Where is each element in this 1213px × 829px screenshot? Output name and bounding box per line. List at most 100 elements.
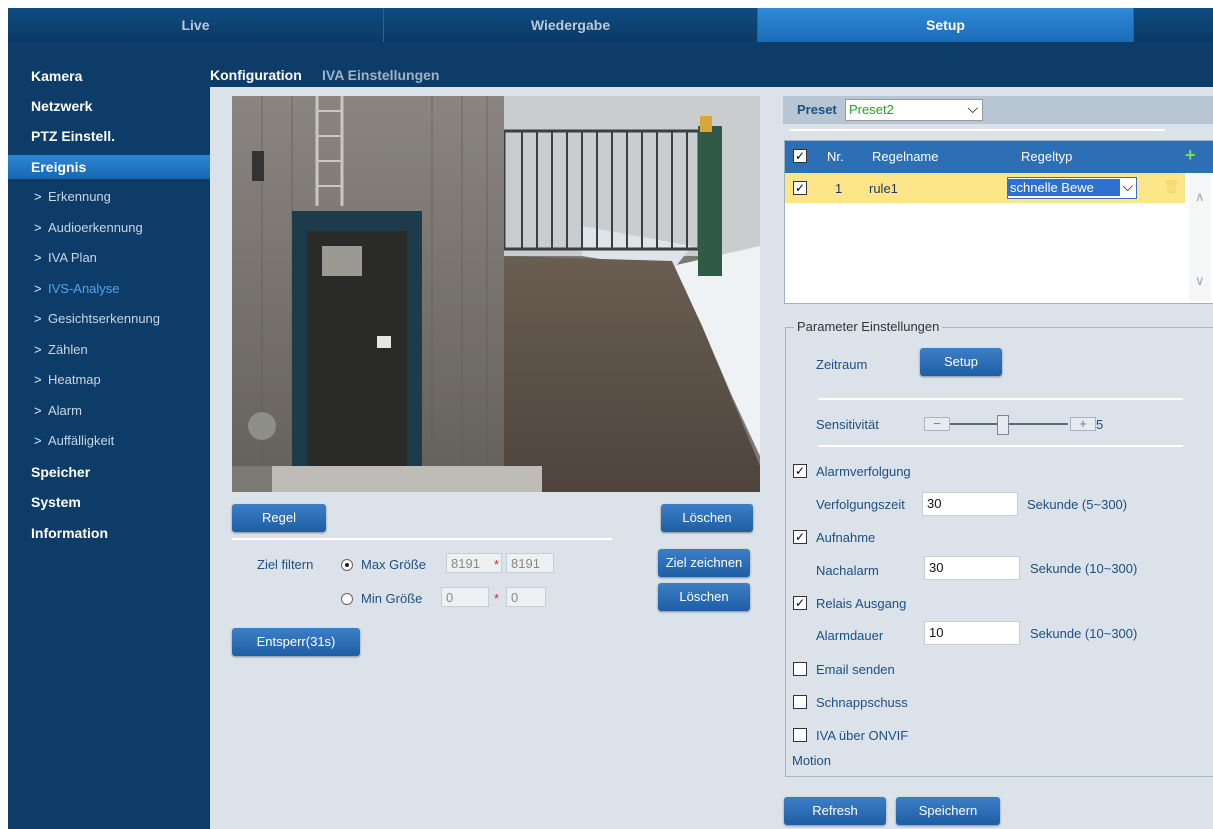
alarmdauer-input[interactable]: 10 <box>924 621 1020 645</box>
sidebar-item-ereignis[interactable]: Ereignis <box>8 155 210 179</box>
content-header: Konfiguration IVA Einstellungen <box>210 42 1213 87</box>
chevron-down-icon: ⌵ <box>967 100 978 116</box>
aufnahme-label: Aufnahme <box>816 530 876 545</box>
save-button[interactable]: Speichern <box>896 797 1000 825</box>
sidebar-item-system[interactable]: System <box>8 490 210 514</box>
top-navigation: Live Wiedergabe Setup <box>8 8 1213 42</box>
camera-preview[interactable] <box>232 96 760 492</box>
plus-icon[interactable]: + <box>1070 417 1096 431</box>
sidebar-item-label: Erkennung <box>48 189 111 204</box>
sidebar-item-label: Audioerkennung <box>48 220 143 235</box>
select-all-checkbox[interactable]: ✓ <box>793 149 807 163</box>
sidebar-item-label: IVS-Analyse <box>48 281 120 296</box>
max-size-radio[interactable] <box>341 559 353 571</box>
email-checkbox[interactable] <box>793 662 807 676</box>
divider <box>790 129 1165 131</box>
verfolgungszeit-unit: Sekunde (5~300) <box>1027 497 1128 512</box>
relais-checkbox[interactable]: ✓ <box>793 596 807 610</box>
sidebar-item-audioerkennung[interactable]: > Audioerkennung <box>8 216 210 240</box>
preset-value: Preset2 <box>849 102 894 117</box>
add-icon[interactable]: + <box>1185 145 1196 166</box>
column-ruletype: Regeltyp <box>1021 149 1073 164</box>
sidebar-item-gesichtserkennung[interactable]: > Gesichtserkennung <box>8 307 210 331</box>
sidebar-item-speicher[interactable]: Speicher <box>8 460 210 484</box>
alarmdauer-label: Alarmdauer <box>816 628 884 643</box>
camera-scene-image <box>232 96 760 492</box>
chevron-down-icon: ⌵ <box>1122 178 1133 194</box>
scroll-down-icon[interactable]: ∨ <box>1195 273 1205 289</box>
min-height-input[interactable]: 0 <box>506 587 546 607</box>
setup-button[interactable]: Setup <box>920 348 1002 376</box>
content-area: Regel Löschen Ziel filtern Max Größe 819… <box>210 87 1213 829</box>
unlock-button[interactable]: Entsperr(31s) <box>232 628 360 656</box>
zeitraum-label: Zeitraum <box>816 357 868 372</box>
sidebar-item-zaehlen[interactable]: > Zählen <box>8 338 210 362</box>
preset-bar: Preset Preset2 ⌵ <box>783 96 1213 124</box>
onvif-label: IVA über ONVIF <box>816 728 909 743</box>
parameter-legend: Parameter Einstellungen <box>794 319 943 334</box>
motion-label: Motion <box>792 753 832 768</box>
min-size-radio[interactable] <box>341 593 353 605</box>
rule-button[interactable]: Regel <box>232 504 326 532</box>
sidebar-item-alarm[interactable]: > Alarm <box>8 399 210 423</box>
row-checkbox[interactable]: ✓ <box>793 181 807 195</box>
preset-select[interactable]: Preset2 ⌵ <box>845 99 983 121</box>
verfolgungszeit-label: Verfolgungszeit <box>816 497 905 512</box>
times-sign: * <box>494 591 500 606</box>
sidebar-item-kamera[interactable]: Kamera <box>8 64 210 88</box>
divider <box>818 398 1183 400</box>
tab-konfiguration[interactable]: Konfiguration <box>210 64 302 86</box>
chevron-right-icon: > <box>34 189 42 204</box>
chevron-right-icon: > <box>34 250 42 265</box>
alarmverfolgung-checkbox[interactable]: ✓ <box>793 464 807 478</box>
rules-table: ✓ Nr. Regelname Regeltyp + ✓ 1 rule1 sch… <box>784 140 1213 304</box>
ruletype-select[interactable]: schnelle Bewe ⌵ <box>1007 177 1137 199</box>
sidebar-item-netzwerk[interactable]: Netzwerk <box>8 94 210 118</box>
sidebar-item-ptz[interactable]: PTZ Einstell. <box>8 124 210 148</box>
sidebar-item-heatmap[interactable]: > Heatmap <box>8 368 210 392</box>
sidebar-item-auffaelligkeit[interactable]: > Auffälligkeit <box>8 429 210 453</box>
sidebar-item-label: IVA Plan <box>48 250 97 265</box>
verfolgungszeit-input[interactable]: 30 <box>922 492 1018 516</box>
sidebar-item-label: Heatmap <box>48 372 101 387</box>
slider-thumb[interactable] <box>997 415 1009 435</box>
nachalarm-input[interactable]: 30 <box>924 556 1020 580</box>
draw-target-button[interactable]: Ziel zeichnen <box>658 549 750 577</box>
nachalarm-unit: Sekunde (10~300) <box>1030 561 1138 576</box>
sidebar-item-information[interactable]: Information <box>8 521 210 545</box>
tab-live[interactable]: Live <box>8 8 384 42</box>
onvif-checkbox[interactable] <box>793 728 807 742</box>
aufnahme-checkbox[interactable]: ✓ <box>793 530 807 544</box>
delete-rule-button[interactable]: Löschen <box>661 504 753 532</box>
snapshot-label: Schnappschuss <box>816 695 908 710</box>
sidebar-item-label: Zählen <box>48 342 88 357</box>
table-row[interactable]: ✓ 1 rule1 schnelle Bewe ⌵ 🗑 <box>785 173 1185 203</box>
snapshot-checkbox[interactable] <box>793 695 807 709</box>
sidebar-item-iva-plan[interactable]: > IVA Plan <box>8 246 210 270</box>
scroll-up-icon[interactable]: ∧ <box>1195 189 1205 205</box>
ruletype-value: schnelle Bewe <box>1008 179 1120 196</box>
delete-target-button[interactable]: Löschen <box>658 583 750 611</box>
sensitivity-value: 5 <box>1096 417 1104 432</box>
minus-icon[interactable]: − <box>924 417 950 431</box>
email-label: Email senden <box>816 662 895 677</box>
max-height-input[interactable]: 8191 <box>506 553 554 573</box>
sensitivity-label: Sensitivität <box>816 417 879 432</box>
trash-icon[interactable]: 🗑 <box>1163 179 1180 195</box>
tab-iva-einstellungen[interactable]: IVA Einstellungen <box>322 64 439 86</box>
min-width-input[interactable]: 0 <box>441 587 489 607</box>
refresh-button[interactable]: Refresh <box>784 797 886 825</box>
tab-setup[interactable]: Setup <box>758 8 1134 42</box>
tab-wiedergabe[interactable]: Wiedergabe <box>384 8 758 42</box>
relais-label: Relais Ausgang <box>816 596 907 611</box>
alarmdauer-unit: Sekunde (10~300) <box>1030 626 1138 641</box>
sidebar-item-label: Alarm <box>48 403 82 418</box>
preset-label: Preset <box>797 102 837 117</box>
sidebar-item-ivs-analyse[interactable]: > IVS-Analyse <box>8 277 210 301</box>
table-scrollbar[interactable]: ∧ ∨ <box>1189 173 1211 301</box>
chevron-right-icon: > <box>34 342 42 357</box>
chevron-right-icon: > <box>34 433 42 448</box>
chevron-right-icon: > <box>34 372 42 387</box>
sensitivity-slider[interactable] <box>950 415 1068 435</box>
sidebar-item-erkennung[interactable]: > Erkennung <box>8 185 210 209</box>
